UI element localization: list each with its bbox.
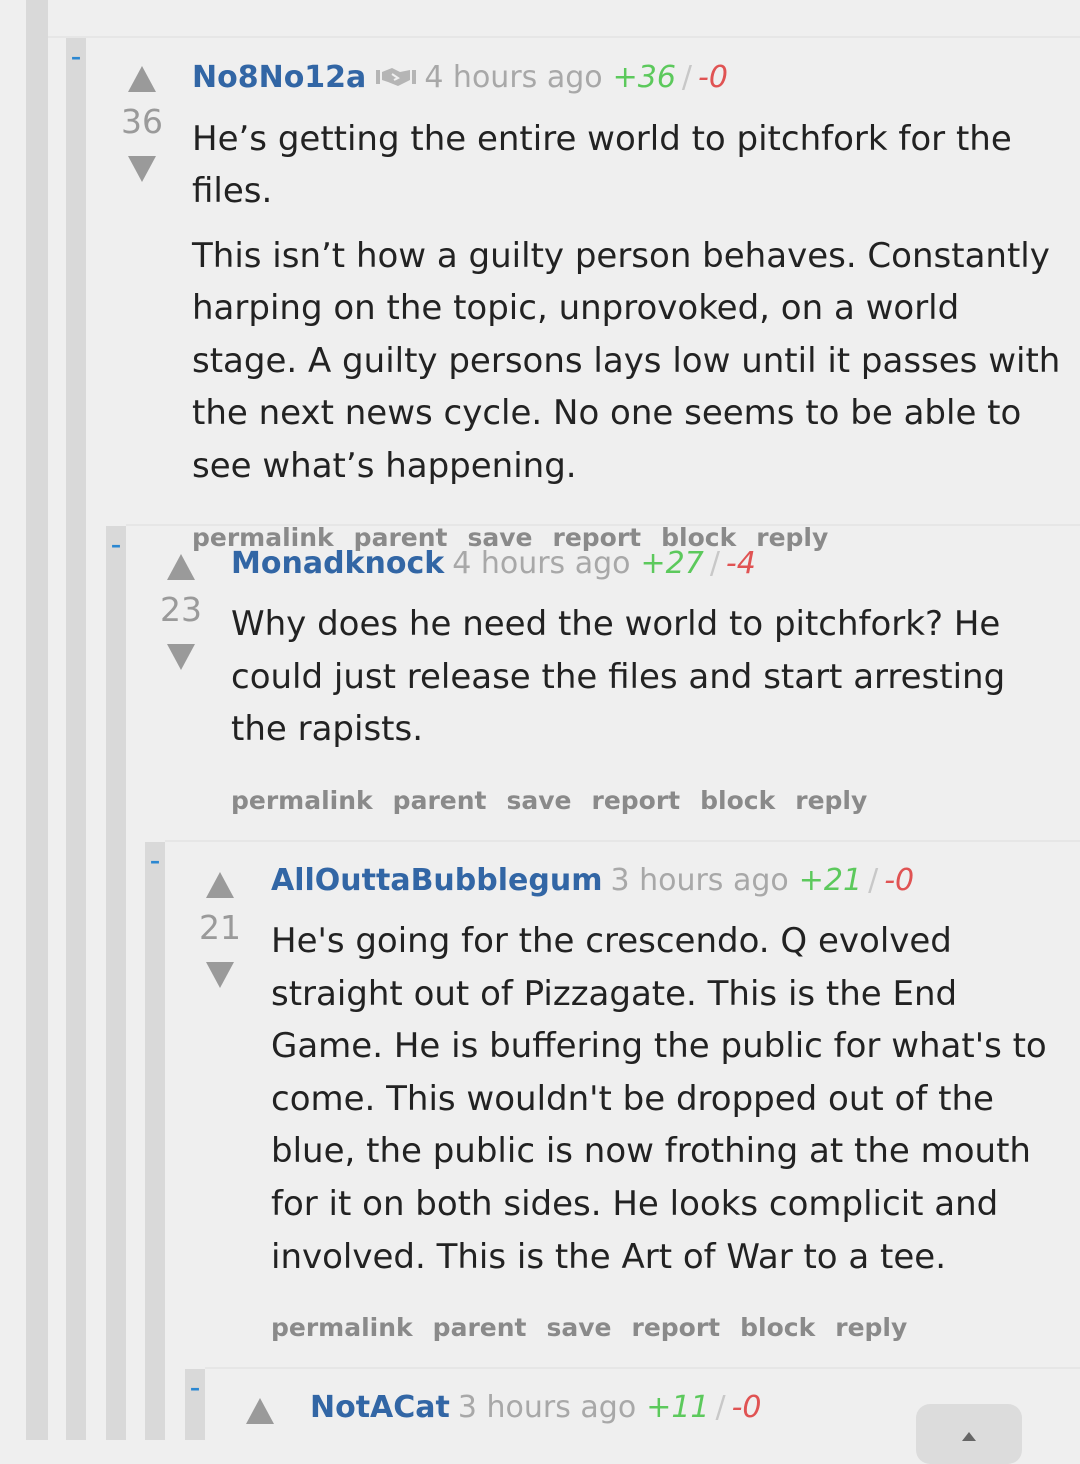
score: 21 [199,908,241,947]
downvote-arrow-icon[interactable] [167,644,195,670]
comment-body: Why does he need the world to pitchfork?… [231,598,1061,756]
parent-link[interactable]: parent [393,786,487,815]
downvote-arrow-icon[interactable] [128,156,156,182]
comment-actions: permalink parent save report block reply [231,786,1061,815]
downvote-arrow-icon[interactable] [206,962,234,988]
reply-link[interactable]: reply [795,786,867,815]
reply-link[interactable]: reply [835,1313,907,1342]
collapse-toggle[interactable]: – [66,45,86,69]
downvote-count: -0 [731,1390,762,1425]
collapse-toggle[interactable]: – [185,1376,205,1400]
upvote-arrow-icon[interactable] [167,554,195,580]
upvote-count: +21 [798,863,863,898]
comment-paragraph: Why does he need the world to pitchfork?… [231,604,1006,750]
comment-paragraph: This isn’t how a guilty person behaves. … [192,235,1061,487]
scroll-top-button[interactable] [916,1404,1022,1464]
vote-widget: 23 [151,554,211,670]
minus-icon: – [150,849,160,873]
vote-separator: / [709,546,720,581]
collapse-toggle[interactable]: – [106,533,126,557]
comment: No8No12a 4 hours ago +36/-0 He’s getting t… [192,56,1062,552]
comment-paragraph: He's going for the crescendo. Q evolved … [271,921,1047,1277]
comment-body: He's going for the crescendo. Q evolved … [271,915,1061,1283]
divider [165,840,1080,842]
thread-bar-root [26,0,48,1440]
comment-actions: permalink parent save report block reply [271,1313,1061,1342]
timestamp: 4 hours ago [452,546,631,581]
minus-icon: – [71,45,81,69]
comment: AllOuttaBubblegum 3 hours ago +21/-0 He's … [271,859,1061,1342]
score: 36 [121,102,163,141]
vote-separator: / [868,863,879,898]
upvote-arrow-icon[interactable] [246,1398,274,1424]
parent-link[interactable]: parent [433,1313,527,1342]
author-link[interactable]: AllOuttaBubblegum [271,863,602,898]
timestamp: 3 hours ago [457,1390,637,1425]
block-link[interactable]: block [740,1313,815,1342]
comment-meta: No8No12a 4 hours ago +36/-0 [192,56,1062,101]
thread-bar-level-1 [66,38,86,1440]
previous-comment-fragment [90,0,1070,2]
timestamp: 3 hours ago [610,863,789,898]
permalink-link[interactable]: permalink [271,1313,413,1342]
vote-widget: 36 [112,66,172,182]
save-link[interactable]: save [506,786,571,815]
permalink-link[interactable]: permalink [231,786,373,815]
author-link[interactable]: No8No12a [192,60,366,95]
downvote-count: -0 [698,60,728,95]
minus-icon: – [111,533,121,557]
comment: Monadknock 4 hours ago +27/-4 Why does he … [231,542,1061,815]
comment-paragraph: He’s getting the entire world to pitchfo… [192,118,1012,212]
vote-separator: / [681,60,693,95]
report-link[interactable]: report [592,786,681,815]
comment-body: He’s getting the entire world to pitchfo… [192,113,1062,493]
upvote-count: +11 [646,1390,710,1425]
timestamp: 4 hours ago [424,60,603,95]
divider-top [48,36,1080,38]
vote-widget [230,1398,290,1424]
comment-meta: NotACat 3 hours ago +11/-0 [310,1386,910,1430]
collapse-toggle[interactable]: – [145,849,165,873]
report-link[interactable]: report [632,1313,721,1342]
upvote-arrow-icon[interactable] [206,872,234,898]
author-link[interactable]: NotACat [310,1390,450,1425]
divider [126,524,1080,526]
handshake-icon [376,57,417,101]
comment-meta: Monadknock 4 hours ago +27/-4 [231,542,1061,586]
author-link[interactable]: Monadknock [231,546,444,581]
upvote-count: +36 [612,60,676,95]
comment-meta: AllOuttaBubblegum 3 hours ago +21/-0 [271,859,1061,903]
downvote-count: -4 [725,546,756,581]
thread-bar-level-3 [145,842,165,1440]
upvote-arrow-icon[interactable] [128,66,156,92]
score: 23 [160,590,202,629]
divider [205,1367,1080,1369]
upvote-count: +27 [640,546,704,581]
thread-bar-level-2 [106,526,126,1440]
vote-widget: 21 [190,872,250,988]
minus-icon: – [190,1376,200,1400]
vote-separator: / [715,1390,726,1425]
save-link[interactable]: save [546,1313,611,1342]
downvote-count: -0 [884,863,915,898]
comment: NotACat 3 hours ago +11/-0 [310,1386,910,1430]
block-link[interactable]: block [700,786,775,815]
